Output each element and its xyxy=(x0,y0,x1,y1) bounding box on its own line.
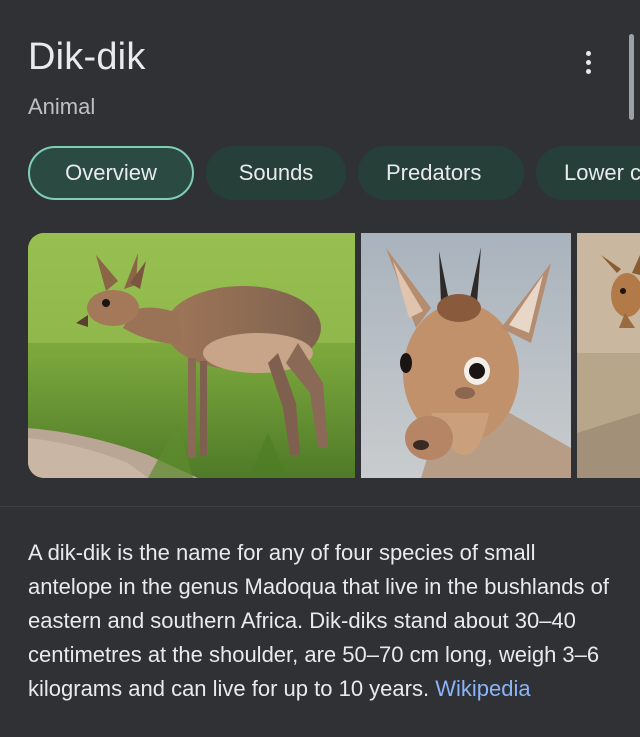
chip-overview[interactable]: Overview xyxy=(28,146,194,200)
wikipedia-link[interactable]: Wikipedia xyxy=(435,676,530,701)
section-divider xyxy=(0,506,640,507)
entity-description: A dik-dik is the name for any of four sp… xyxy=(28,536,618,706)
entity-subtitle: Animal xyxy=(28,94,96,119)
chip-bar: Overview Sounds Predators Lower c xyxy=(28,146,640,202)
knowledge-panel: Dik-dik Animal Overview Sounds Predators… xyxy=(0,0,640,737)
more-dot xyxy=(585,50,591,56)
chip-sounds[interactable]: Sounds xyxy=(206,146,346,200)
entity-title: Dik-dik xyxy=(28,36,146,78)
more-vertical-icon[interactable] xyxy=(574,44,602,80)
more-dot xyxy=(585,59,591,65)
dikdik-photo-1[interactable] xyxy=(28,233,355,478)
more-dot xyxy=(585,68,591,74)
chip-lower[interactable]: Lower c xyxy=(536,146,640,200)
image-carousel xyxy=(28,233,640,478)
chip-predators[interactable]: Predators xyxy=(358,146,524,200)
scrollbar[interactable] xyxy=(629,34,634,120)
dikdik-photo-2[interactable] xyxy=(361,233,571,478)
dikdik-photo-3[interactable] xyxy=(577,233,640,478)
